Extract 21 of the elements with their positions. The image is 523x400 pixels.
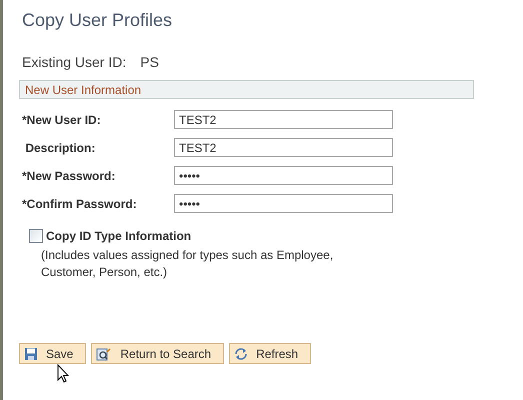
section-header: New User Information [19, 80, 474, 99]
return-to-search-button[interactable]: Return to Search [91, 343, 224, 364]
refresh-icon [234, 346, 248, 360]
search-icon [96, 346, 112, 360]
field-label: *Confirm Password: [22, 196, 138, 210]
input-field[interactable]: TEST2 [174, 138, 393, 157]
checkbox-label: Copy ID Type Information [46, 229, 192, 243]
help-text: (Includes values assigned for types such as Employee, Customer, Person, etc.) [41, 247, 334, 281]
mouse-cursor-icon [57, 364, 69, 384]
field-value: PS [140, 54, 159, 70]
save-button[interactable]: Save [19, 343, 86, 364]
checkbox[interactable] [29, 229, 43, 243]
input-field[interactable]: ••••• [174, 166, 393, 185]
field-label: Description: [24, 140, 96, 154]
input-field[interactable]: ••••• [174, 194, 393, 213]
input-field[interactable]: TEST2 [174, 110, 393, 129]
refresh-button[interactable]: Refresh [229, 343, 312, 364]
field-label: *New User ID: [22, 112, 102, 126]
field-label: Existing User ID: [22, 54, 126, 70]
field-label: *New Password: [22, 168, 116, 182]
page-title: Copy User Profiles [22, 10, 174, 32]
